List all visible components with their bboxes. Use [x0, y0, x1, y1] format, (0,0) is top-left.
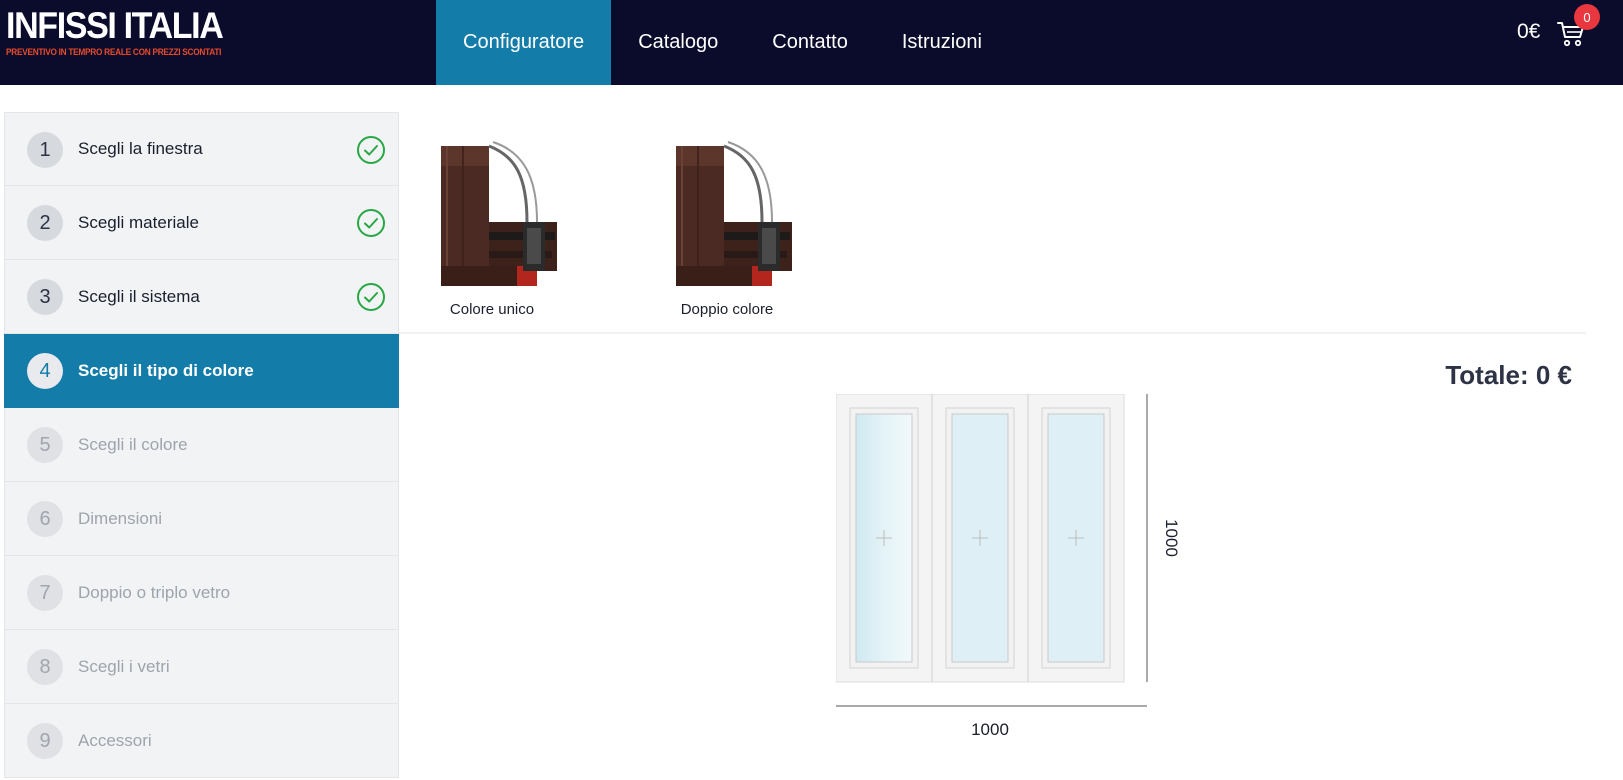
option-caption: Colore unico — [449, 301, 535, 318]
steps-sidebar: 1 Scegli la finestra 2 Scegli materiale … — [4, 112, 399, 780]
step-number: 1 — [27, 132, 63, 168]
step-scegli-il-colore[interactable]: 5 Scegli il colore — [4, 408, 399, 482]
cart-price: 0€ — [1517, 20, 1541, 43]
brand-subtitle: PREVENTIVO IN TEMPRO REALE CON PREZZI SC… — [6, 47, 222, 57]
check-circle-icon — [357, 209, 385, 237]
window-profile-image — [441, 141, 557, 286]
step-scegli-il-tipo-di-colore[interactable]: 4 Scegli il tipo di colore — [4, 334, 399, 408]
step-scegli-materiale[interactable]: 2 Scegli materiale — [4, 186, 399, 260]
step-label: Dimensioni — [78, 508, 163, 528]
brand-title: INFISSI ITALIA — [6, 5, 224, 46]
total-price: Totale: 0 € — [1445, 360, 1572, 390]
step-accessori[interactable]: 9 Accessori — [4, 704, 399, 778]
step-number: 7 — [27, 575, 63, 611]
nav-catalogo[interactable]: Catalogo — [611, 0, 745, 85]
cart-count-badge: 0 — [1574, 4, 1600, 30]
step-label: Scegli il colore — [78, 434, 188, 454]
step-number: 3 — [27, 279, 63, 315]
step-scegli-la-finestra[interactable]: 1 Scegli la finestra — [4, 112, 399, 186]
step-label: Scegli la finestra — [78, 139, 203, 158]
step-number: 2 — [27, 205, 63, 241]
step-number: 6 — [27, 501, 63, 537]
step-dimensioni[interactable]: 6 Dimensioni — [4, 482, 399, 556]
top-header: INFISSI ITALIA PREVENTIVO IN TEMPRO REAL… — [0, 0, 1623, 85]
window-profile-image — [676, 141, 792, 286]
option-colore-unico[interactable]: Colore unico — [402, 136, 582, 318]
nav-configuratore[interactable]: Configuratore — [436, 0, 612, 85]
step-number: 5 — [27, 427, 63, 463]
step-number: 9 — [27, 723, 63, 759]
check-circle-icon — [357, 136, 385, 164]
color-type-options: Colore unico Doppio colore — [399, 112, 1586, 334]
brand-logo[interactable]: INFISSI ITALIA PREVENTIVO IN TEMPRO REAL… — [6, 5, 241, 57]
step-label: Scegli il tipo di colore — [78, 360, 254, 380]
nav-contatto[interactable]: Contatto — [745, 0, 875, 85]
option-caption: Doppio colore — [680, 301, 774, 318]
width-dimension-label: 1000 — [971, 720, 1009, 739]
height-dimension-label: 1000 — [1161, 519, 1181, 557]
step-label: Scegli materiale — [78, 212, 199, 232]
nav-istruzioni[interactable]: Istruzioni — [875, 0, 1009, 85]
option-doppio-colore[interactable]: Doppio colore — [637, 136, 817, 318]
step-label: Accessori — [78, 730, 152, 750]
window-preview-drawing — [836, 394, 1148, 707]
step-scegli-i-vetri[interactable]: 8 Scegli i vetri — [4, 630, 399, 704]
step-label: Doppio o triplo vetro — [78, 582, 231, 602]
step-number: 8 — [27, 649, 63, 685]
step-label: Scegli i vetri — [78, 656, 170, 676]
step-label: Scegli il sistema — [78, 286, 200, 306]
main-nav: Configuratore Catalogo Contatto Istruzio… — [436, 0, 1009, 85]
step-scegli-il-sistema[interactable]: 3 Scegli il sistema — [4, 260, 399, 334]
check-circle-icon — [357, 283, 385, 311]
step-number: 4 — [27, 353, 63, 389]
step-doppio-o-triplo-vetro[interactable]: 7 Doppio o triplo vetro — [4, 556, 399, 630]
